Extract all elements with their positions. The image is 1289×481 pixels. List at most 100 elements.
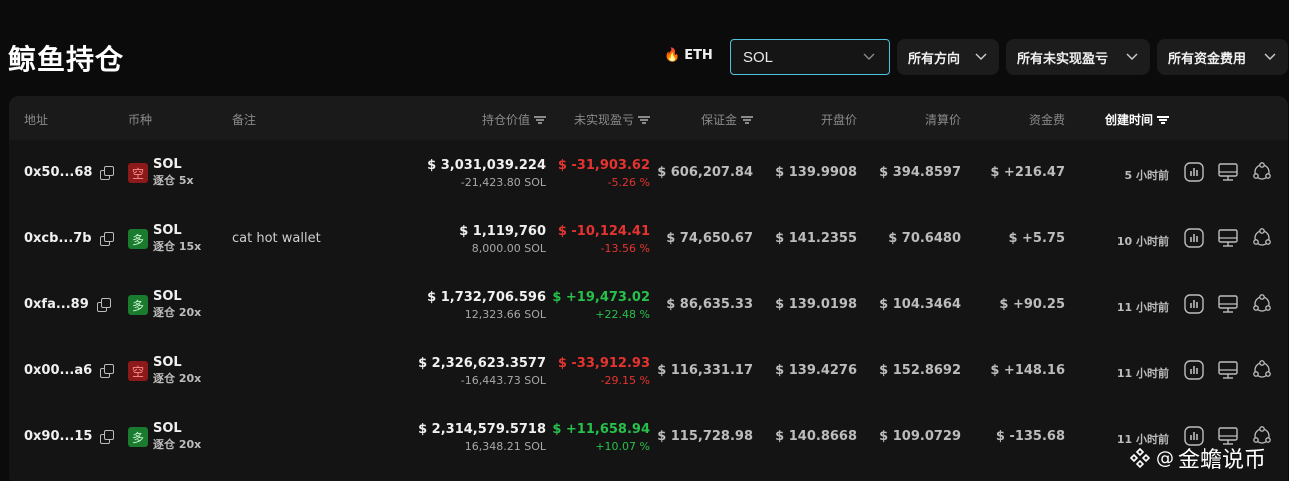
column-header-liq-price: 清算价	[924, 113, 961, 127]
watermark-at: @	[1156, 447, 1174, 469]
side-badge: 空	[128, 163, 148, 183]
column-header-value[interactable]: 持仓价值	[482, 111, 546, 128]
position-value-cell: $ 1,119,760 8,000.00 SOL	[459, 223, 546, 257]
chart-icon[interactable]	[1183, 161, 1205, 183]
direction-filter-label: 所有方向	[908, 51, 961, 67]
unrealized-pnl-filter[interactable]: 所有未实现盈亏	[1006, 39, 1150, 75]
table-row[interactable]: 0xcb...7b 多 SOL 逐仓 15x cat hot wallet $ 1,119…	[9, 206, 1288, 272]
sort-icon	[741, 115, 753, 124]
coin-symbol: SOL	[153, 421, 182, 436]
unrealized-pnl-cell: $ -10,124.41 -13.56 %	[558, 223, 650, 257]
watermark-text: 金蟾说币	[1178, 448, 1267, 473]
leverage-label: 逐仓 20x	[153, 438, 202, 451]
eth-trending-tag[interactable]: 🔥 ETH	[664, 48, 713, 63]
page-title: 鲸鱼持仓	[8, 43, 125, 76]
leverage-label: 逐仓 15x	[153, 240, 202, 253]
direction-filter[interactable]: 所有方向	[897, 39, 999, 75]
table-row[interactable]: 0x50...68 空 SOL 逐仓 5x $ 3,031,039.224 -21,423…	[9, 140, 1288, 206]
margin-cell: $ 74,650.67	[666, 231, 753, 246]
position-size: -21,423.80 SOL	[460, 176, 546, 189]
network-icon[interactable]	[1251, 161, 1273, 183]
liquidation-price-cell: $ 152.8692	[879, 363, 961, 378]
unrealized-pnl-percent: -29.15 %	[600, 374, 650, 387]
network-icon[interactable]	[1251, 359, 1273, 381]
coin-symbol: SOL	[153, 355, 182, 370]
address-text: 0x90...15	[24, 429, 93, 444]
unrealized-pnl-cell: $ +19,473.02 +22.48 %	[552, 289, 650, 323]
monitor-icon[interactable]	[1217, 293, 1239, 315]
address-cell[interactable]: 0x00...a6	[24, 363, 115, 378]
monitor-icon[interactable]	[1217, 161, 1239, 183]
funding-fee-cell: $ +148.16	[990, 363, 1065, 378]
binance-logo-icon	[1129, 447, 1151, 469]
table-header: 地址 币种 备注 持仓价值 未实现盈亏 保证金 开盘价 清算价 资金费 创建时间	[9, 96, 1288, 140]
created-time-cell: 10 小时前	[1116, 235, 1169, 248]
sort-icon	[638, 115, 650, 124]
unrealized-pnl-cell: $ +11,658.94 +10.07 %	[552, 421, 650, 455]
column-header-pnl[interactable]: 未实现盈亏	[574, 111, 650, 128]
copy-icon[interactable]	[100, 166, 115, 180]
coin-select-value: SOL	[743, 48, 774, 66]
table-row[interactable]: 0xfa...89 多 SOL 逐仓 20x $ 1,732,706.596 12,323…	[9, 272, 1288, 338]
copy-icon[interactable]	[100, 430, 115, 444]
copy-icon[interactable]	[96, 298, 111, 312]
side-badge: 多	[128, 427, 148, 447]
coin-cell: 空 SOL 逐仓 20x	[128, 354, 201, 387]
unrealized-pnl-cell: $ -33,912.93 -29.15 %	[558, 355, 650, 389]
margin-cell: $ 606,207.84	[657, 165, 753, 180]
unrealized-pnl: $ -33,912.93	[557, 356, 650, 371]
coin-symbol: SOL	[153, 289, 182, 304]
position-size: 8,000.00 SOL	[471, 242, 546, 255]
position-value: $ 2,314,579.5718	[418, 422, 546, 437]
position-size: 16,348.21 SOL	[464, 440, 546, 453]
column-header-created[interactable]: 创建时间	[1105, 111, 1169, 128]
address-cell[interactable]: 0x50...68	[24, 165, 115, 180]
chevron-down-icon	[975, 53, 987, 60]
network-icon[interactable]	[1251, 293, 1273, 315]
column-header-pnl-label: 未实现盈亏	[573, 113, 634, 127]
leverage-label: 逐仓 20x	[153, 372, 202, 385]
network-icon[interactable]	[1251, 227, 1273, 249]
address-text: 0xfa...89	[24, 297, 89, 312]
address-cell[interactable]: 0xfa...89	[24, 297, 111, 312]
copy-icon[interactable]	[99, 232, 114, 246]
unrealized-pnl-percent: +10.07 %	[595, 440, 650, 453]
side-badge: 多	[128, 229, 148, 249]
side-badge: 多	[128, 295, 148, 315]
funding-fee-filter-label: 所有资金费用	[1168, 51, 1247, 67]
coin-cell: 多 SOL 逐仓 20x	[128, 288, 201, 321]
chart-icon[interactable]	[1183, 293, 1205, 315]
table-row[interactable]: 0x00...a6 空 SOL 逐仓 20x $ 2,326,623.3577 -16,4…	[9, 338, 1288, 404]
position-value-cell: $ 2,326,623.3577 -16,443.73 SOL	[418, 355, 546, 389]
table-row[interactable]: 0x90...15 多 SOL 逐仓 20x $ 2,314,579.5718 16,34…	[9, 404, 1288, 470]
monitor-icon[interactable]	[1217, 359, 1239, 381]
address-cell[interactable]: 0x90...15	[24, 429, 115, 444]
liquidation-price-cell: $ 109.0729	[879, 429, 961, 444]
column-header-created-label: 创建时间	[1104, 113, 1153, 127]
coin-cell: 多 SOL 逐仓 15x	[128, 222, 201, 255]
watermark: @ 金蟾说币	[1128, 442, 1266, 474]
position-size: 12,323.66 SOL	[464, 308, 546, 321]
chart-icon[interactable]	[1183, 359, 1205, 381]
margin-cell: $ 115,728.98	[657, 429, 753, 444]
created-time-cell: 11 小时前	[1116, 301, 1169, 314]
unrealized-pnl: $ -31,903.62	[557, 158, 650, 173]
address-text: 0xcb...7b	[24, 231, 92, 246]
eth-tag-label: ETH	[684, 48, 713, 63]
chart-icon[interactable]	[1183, 227, 1205, 249]
address-cell[interactable]: 0xcb...7b	[24, 231, 114, 246]
position-value: $ 1,732,706.596	[427, 290, 546, 305]
unrealized-pnl: $ +11,658.94	[552, 422, 650, 437]
monitor-icon[interactable]	[1217, 227, 1239, 249]
copy-icon[interactable]	[100, 364, 115, 378]
funding-fee-cell: $ +90.25	[999, 297, 1065, 312]
sort-icon	[1157, 115, 1169, 124]
position-value-cell: $ 3,031,039.224 -21,423.80 SOL	[427, 157, 546, 191]
leverage-label: 逐仓 5x	[153, 174, 194, 187]
column-header-margin[interactable]: 保证金	[701, 111, 753, 128]
open-price-cell: $ 141.2355	[775, 231, 857, 246]
unrealized-pnl-percent: +22.48 %	[595, 308, 650, 321]
position-value: $ 1,119,760	[459, 224, 546, 239]
coin-select[interactable]: SOL	[730, 39, 890, 75]
funding-fee-filter[interactable]: 所有资金费用	[1157, 39, 1288, 75]
